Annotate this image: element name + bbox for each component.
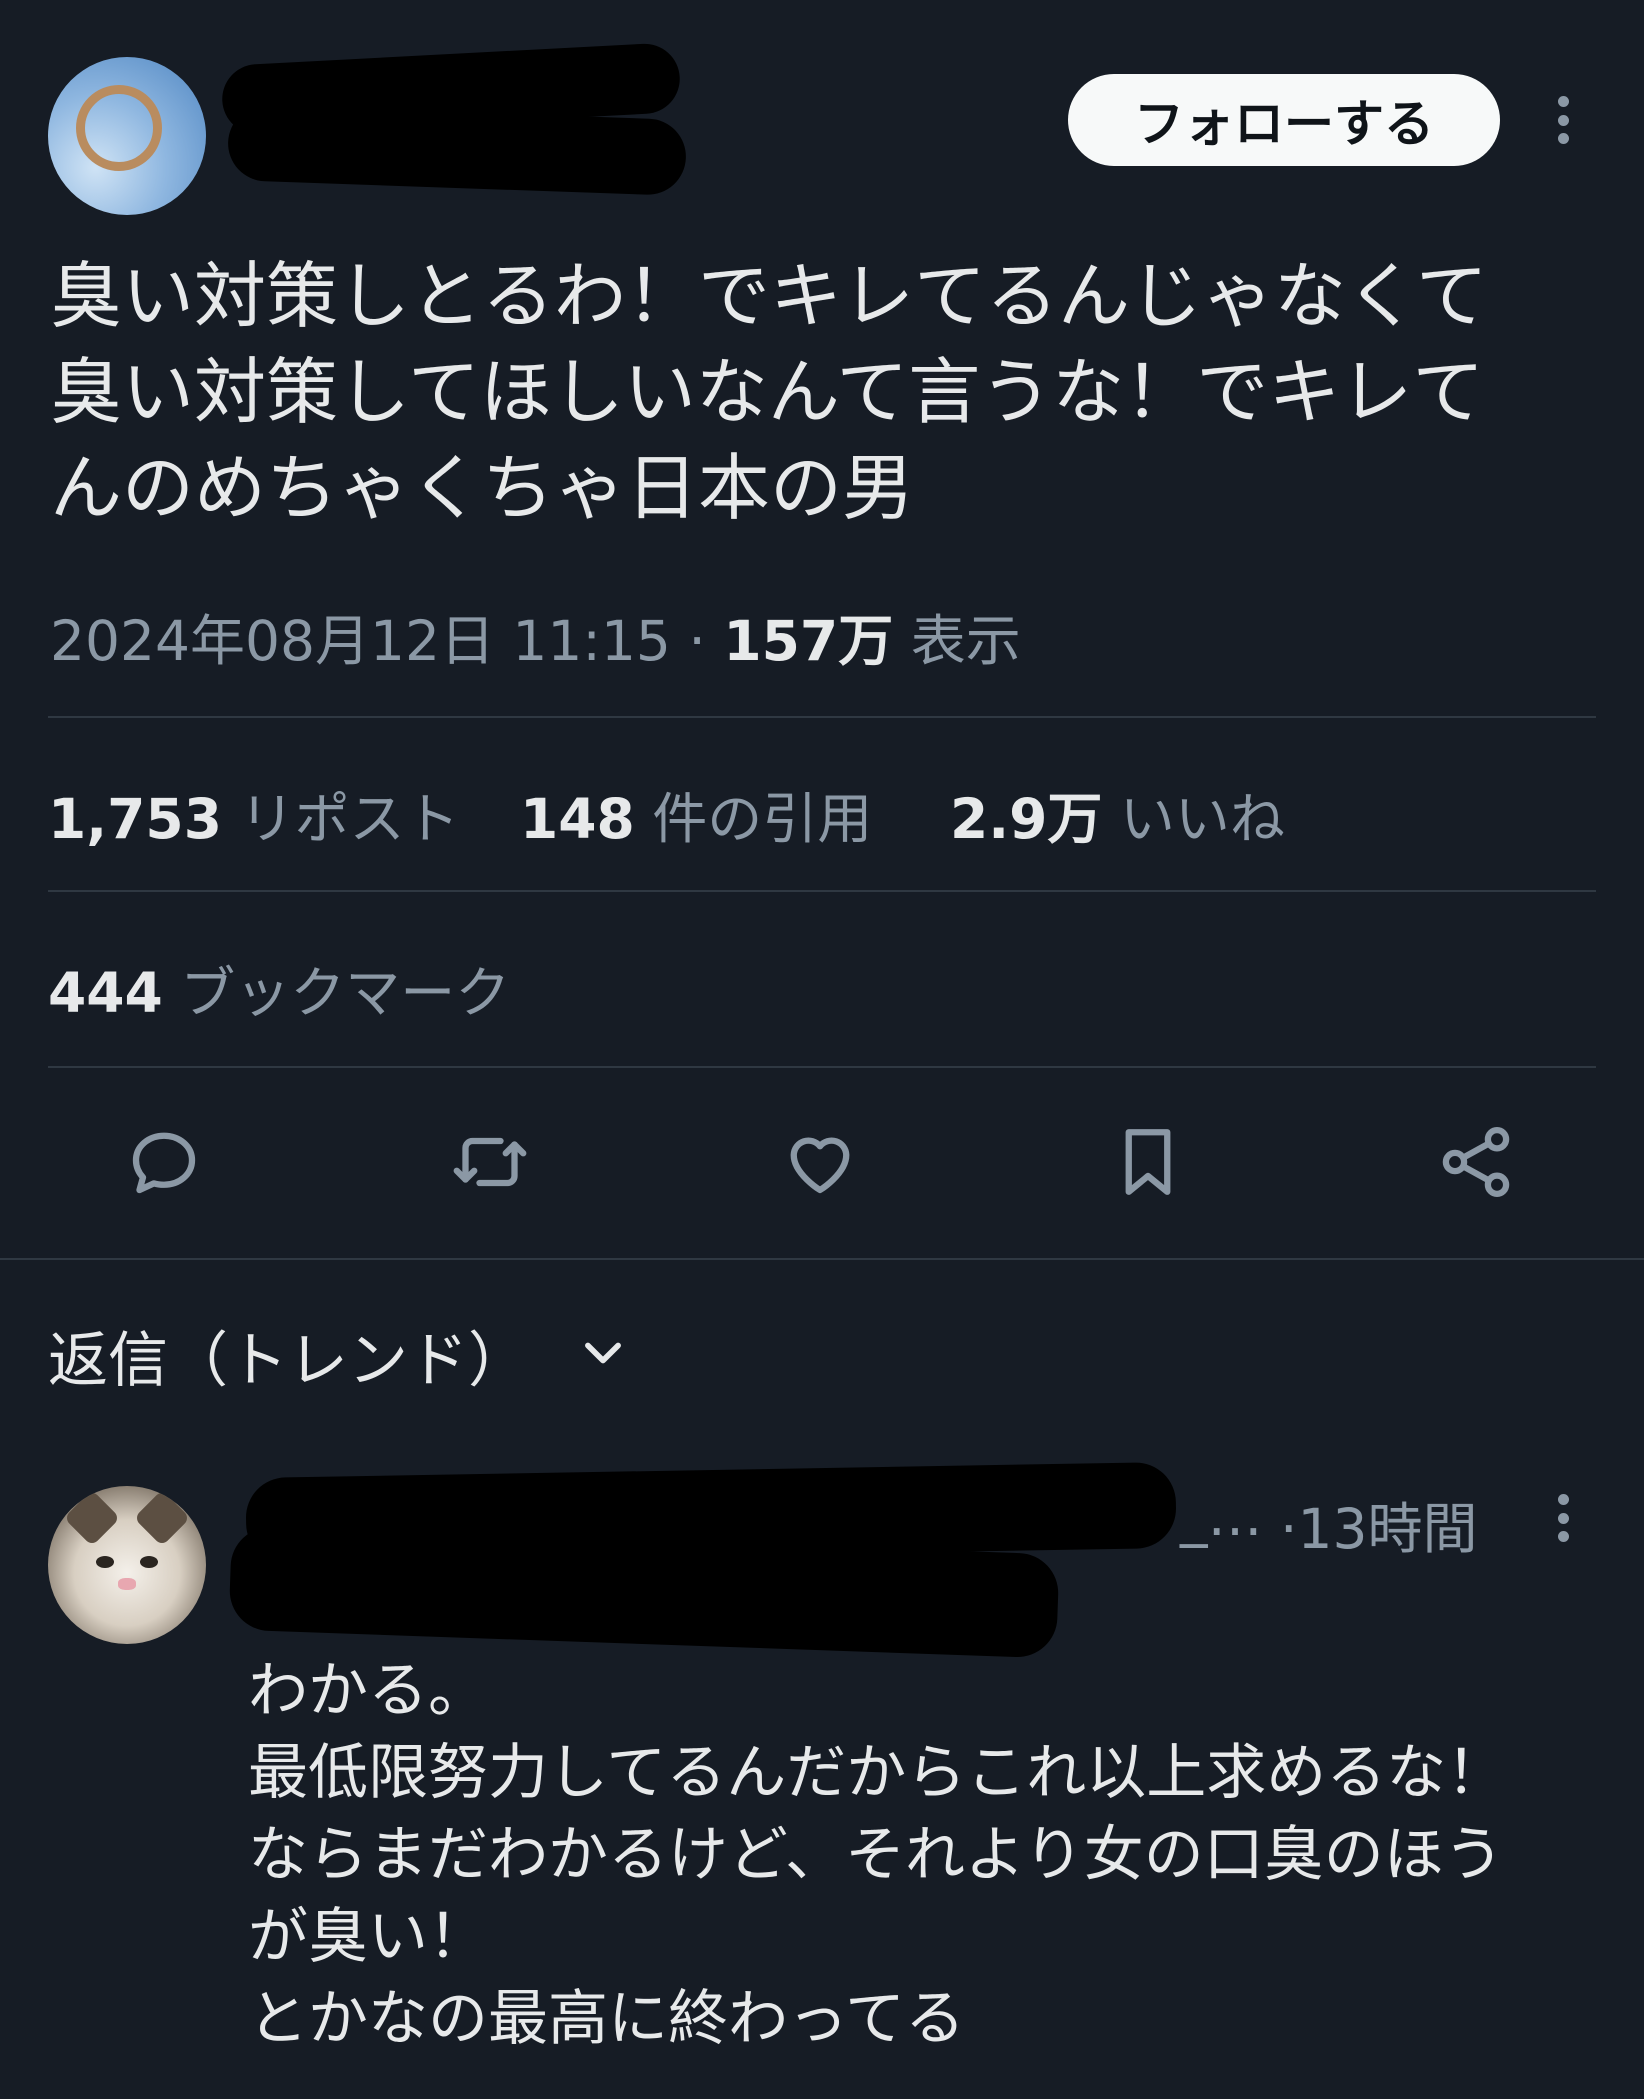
chevron-down-icon[interactable] <box>580 1336 626 1370</box>
redacted-author-handle <box>226 104 688 196</box>
bookmark-icon[interactable] <box>1106 1120 1190 1204</box>
reposts-count: 1,753 <box>48 787 222 851</box>
quotes-label: 件の引用 <box>652 787 873 851</box>
bookmarks-count: 444 <box>48 961 163 1025</box>
quotes-count: 148 <box>520 787 635 851</box>
share-icon[interactable] <box>1434 1120 1518 1204</box>
section-divider <box>0 1258 1644 1260</box>
like-icon[interactable] <box>778 1120 862 1204</box>
quotes-stat[interactable]: 148 件の引用 <box>520 774 872 854</box>
tweet-more-icon[interactable] <box>1558 96 1570 144</box>
reposts-label: リポスト <box>239 787 460 851</box>
tweet-text: 臭い対策しとるわ！でキレてるんじゃなくて 臭い対策してほしいなんて言うな！でキレ… <box>50 254 1488 530</box>
replies-sort-label[interactable]: 返信（トレンド） <box>48 1312 528 1399</box>
follow-button[interactable]: フォローする <box>1068 74 1500 166</box>
avatar-cat-ear <box>63 1489 121 1547</box>
avatar-ring-graphic <box>76 85 162 171</box>
reply-more-icon[interactable] <box>1558 1494 1570 1542</box>
likes-count: 2.9万 <box>950 787 1103 851</box>
author-avatar[interactable] <box>48 57 206 215</box>
views-count: 157万 <box>723 609 894 673</box>
likes-stat[interactable]: 2.9万 いいね <box>950 774 1285 854</box>
avatar-cat-eye <box>96 1556 114 1568</box>
avatar-cat-eye <box>140 1556 158 1568</box>
reposts-stat[interactable]: 1,753 リポスト <box>48 774 459 854</box>
divider <box>48 890 1596 892</box>
meta-separator: · <box>688 609 706 673</box>
views-label: 表示 <box>910 609 1021 673</box>
tweet-datetime[interactable]: 2024年08月12日 11:15 <box>50 609 671 673</box>
likes-label: いいね <box>1119 787 1285 851</box>
tweet-meta: 2024年08月12日 11:15 · 157万 表示 <box>50 596 1021 676</box>
avatar-cat-ear <box>133 1489 191 1547</box>
reply-avatar[interactable] <box>48 1486 206 1644</box>
divider <box>48 716 1596 718</box>
avatar-cat-nose <box>118 1578 136 1590</box>
divider <box>48 1066 1596 1068</box>
bookmarks-label: ブックマーク <box>180 961 511 1025</box>
reply-time[interactable]: ·13時間 <box>1280 1484 1477 1564</box>
reply-text: わかる。 最低限努力してるんだからこれ以上求めるな！ ならまだわかるけど、それよ… <box>248 1656 1507 2054</box>
bookmarks-stat[interactable]: 444 ブックマーク <box>48 948 510 1028</box>
reply-icon[interactable] <box>122 1120 206 1204</box>
reply-handle-tail[interactable]: _… <box>1180 1484 1263 1548</box>
repost-icon[interactable] <box>448 1120 532 1204</box>
